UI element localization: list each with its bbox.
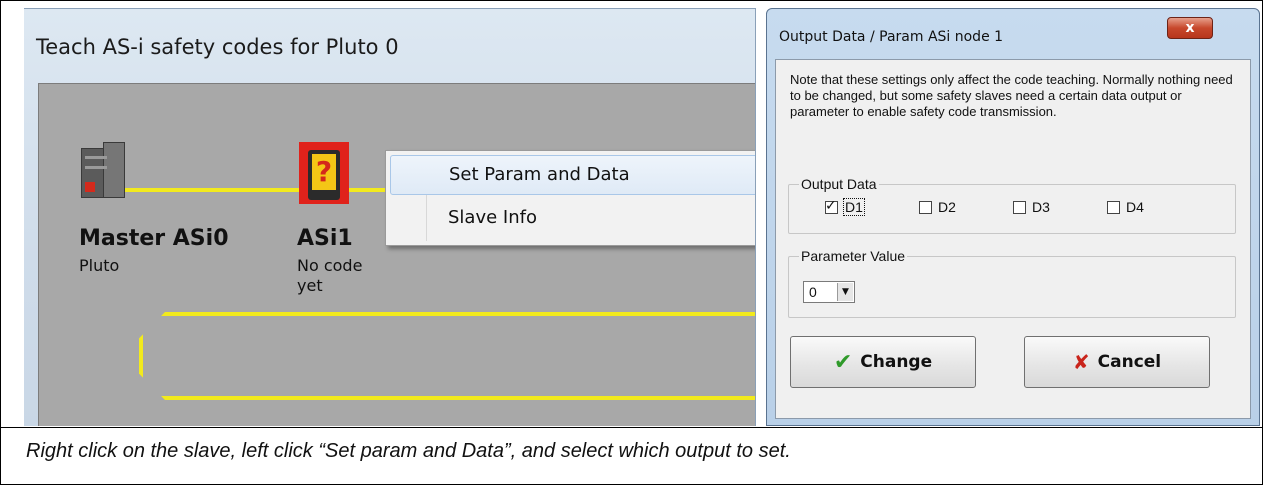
checkbox-d2[interactable]: D2 [919, 199, 956, 215]
menu-item-slave-info[interactable]: Slave Info [390, 199, 755, 239]
close-icon[interactable]: x [1167, 17, 1213, 39]
master-node-label: Master ASi0 [79, 226, 229, 251]
slave-node-label[interactable]: ASi1 [297, 226, 353, 251]
bus-loop [139, 312, 755, 400]
checkbox-d3[interactable]: D3 [1013, 199, 1050, 215]
slave-node-status-line1: No code [297, 256, 363, 275]
output-data-legend: Output Data [799, 176, 879, 192]
checkbox-d1-box[interactable]: ✓ [825, 197, 838, 214]
teach-window: Teach AS-i safety codes for Pluto 0 ? Ma… [24, 8, 756, 426]
chevron-down-icon[interactable]: ▼ [837, 283, 853, 301]
parameter-value-select[interactable]: 0 ▼ [803, 281, 855, 303]
output-data-group: Output Data ✓ D1 D2 D3 D4 [788, 176, 1236, 234]
checkbox-d1[interactable]: ✓ D1 [825, 197, 865, 216]
dialog-client-area: Note that these settings only affect the… [775, 59, 1251, 419]
cancel-button-label: Cancel [1097, 352, 1162, 372]
checkbox-d4[interactable]: D4 [1107, 199, 1144, 215]
checkbox-d2-box[interactable] [919, 200, 932, 214]
dialog-note: Note that these settings only affect the… [790, 72, 1233, 119]
change-button[interactable]: ✔ Change [790, 336, 976, 388]
context-menu: Set Param and Data Slave Info [385, 150, 755, 246]
output-data-dialog: Output Data / Param ASi node 1 x Note th… [766, 8, 1260, 426]
caption-divider [0, 427, 1263, 428]
check-mark-icon: ✓ [825, 197, 837, 214]
parameter-value-current: 0 [809, 284, 817, 300]
checkbox-d4-box[interactable] [1107, 200, 1120, 214]
checkbox-d3-box[interactable] [1013, 200, 1026, 214]
checkbox-d1-label: D1 [843, 198, 865, 216]
master-node-sub: Pluto [79, 256, 120, 275]
dialog-title: Output Data / Param ASi node 1 [779, 29, 1004, 45]
menu-item-set-param-and-data[interactable]: Set Param and Data [390, 155, 755, 195]
master-device-icon[interactable] [81, 142, 127, 202]
checkbox-d2-label: D2 [938, 199, 956, 215]
figure-caption: Right click on the slave, left click “Se… [26, 440, 791, 462]
checkmark-icon: ✔ [833, 349, 853, 375]
cross-icon: ✘ [1072, 350, 1090, 374]
checkbox-d4-label: D4 [1126, 199, 1144, 215]
slave-device-icon[interactable]: ? [299, 142, 349, 204]
network-canvas: ? Master ASi0 Pluto ASi1 No code yet ASi… [38, 83, 755, 426]
parameter-value-group: Parameter Value 0 ▼ [788, 248, 1236, 318]
parameter-value-legend: Parameter Value [799, 248, 908, 264]
cancel-button[interactable]: ✘ Cancel [1024, 336, 1210, 388]
teach-window-titlebar: Teach AS-i safety codes for Pluto 0 [24, 9, 755, 83]
change-button-label: Change [860, 352, 933, 372]
checkbox-d3-label: D3 [1032, 199, 1050, 215]
unknown-code-icon: ? [312, 154, 336, 190]
teach-window-title: Teach AS-i safety codes for Pluto 0 [36, 35, 399, 59]
slave-node-status-line2: yet [297, 276, 323, 295]
